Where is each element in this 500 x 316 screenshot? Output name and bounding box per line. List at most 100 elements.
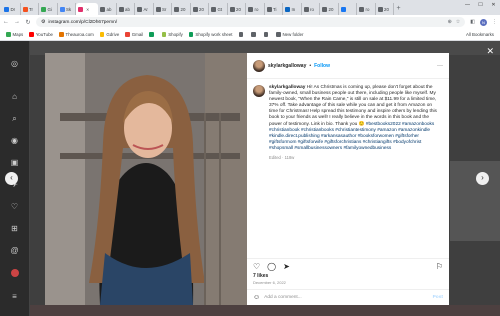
- post-actions: ♡ ◯ ➤ ⚐: [247, 258, 449, 273]
- menu-icon[interactable]: ⋮: [492, 19, 497, 25]
- tab-close-icon[interactable]: ✕: [86, 7, 89, 12]
- reload-icon[interactable]: ↻: [25, 19, 31, 26]
- new-tab-button[interactable]: +: [394, 3, 403, 15]
- home-icon[interactable]: ⌂: [9, 91, 20, 102]
- comment-box: ☺ Add a comment... Post: [247, 289, 449, 305]
- browser-tab[interactable]: Tr: [21, 3, 39, 15]
- bookmark-item[interactable]: Theauroa.com: [59, 32, 94, 37]
- bookmark-item[interactable]: [238, 32, 246, 37]
- bookmark-item[interactable]: Shopify work sheet: [188, 32, 233, 37]
- notifications-icon[interactable]: ♡: [9, 201, 20, 212]
- browser-tab[interactable]: Sk: [58, 3, 76, 15]
- tab-favicon-icon: [322, 6, 327, 12]
- post-comment-button[interactable]: Post: [433, 295, 443, 300]
- caption-avatar[interactable]: [253, 85, 265, 97]
- bookmark-item[interactable]: New folder: [276, 32, 304, 37]
- browser-tab[interactable]: 20: [191, 3, 209, 15]
- browser-tab[interactable]: Sr: [154, 3, 172, 15]
- caption-username[interactable]: skylarkgalloway: [269, 85, 305, 90]
- bookmark-item[interactable]: [263, 32, 271, 37]
- emoji-icon[interactable]: ☺: [253, 294, 260, 301]
- more-options-icon[interactable]: ···: [437, 63, 443, 69]
- tab-label: Gt: [217, 6, 223, 12]
- tab-label: 20: [384, 6, 389, 12]
- bookmark-label: New folder: [282, 32, 304, 37]
- reels-icon[interactable]: ▣: [9, 157, 20, 168]
- browser-tab[interactable]: 20: [376, 3, 394, 15]
- tab-label: Ti: [273, 6, 277, 12]
- browser-tab[interactable]: Ar: [135, 3, 154, 15]
- browser-tab[interactable]: Ti: [265, 3, 283, 15]
- back-icon[interactable]: ←: [3, 19, 9, 25]
- bookmark-item[interactable]: Gdrive: [99, 32, 120, 37]
- bookmark-favicon-icon: [125, 32, 130, 37]
- save-icon[interactable]: ⚐: [436, 262, 443, 271]
- post-photo[interactable]: [45, 53, 247, 305]
- extensions-icon[interactable]: ◧: [470, 19, 475, 25]
- bookmark-item[interactable]: Gmail: [125, 32, 143, 37]
- tab-label: 20: [180, 6, 186, 12]
- browser-tab[interactable]: 20: [320, 3, 339, 15]
- follow-button[interactable]: Follow: [314, 63, 330, 69]
- browser-tab[interactable]: [339, 3, 357, 15]
- menu-icon[interactable]: ≡: [9, 291, 20, 302]
- browser-tab[interactable]: ab: [117, 3, 135, 15]
- tab-favicon-icon: [229, 6, 235, 12]
- profile-icon[interactable]: [9, 267, 20, 278]
- close-icon[interactable]: ✕: [486, 46, 494, 57]
- tab-favicon-icon: [4, 6, 9, 12]
- bookmark-favicon-icon: [188, 32, 194, 37]
- create-icon[interactable]: ⊞: [9, 223, 20, 234]
- browser-tab[interactable]: In: [283, 3, 302, 15]
- close-window-icon[interactable]: ✕: [487, 0, 500, 10]
- share-icon[interactable]: ➤: [283, 262, 290, 271]
- address-bar[interactable]: ⚙ instagram.com/p/Cl2Dh67pemn/ ⊕ ☆: [36, 17, 466, 27]
- browser-tab[interactable]: ro: [302, 3, 320, 15]
- comment-icon[interactable]: ◯: [267, 262, 276, 271]
- browser-tab[interactable]: Gi: [39, 3, 58, 15]
- caption-area: skylarkgalloway Hi! As Christmas is comi…: [247, 79, 449, 258]
- explore-icon[interactable]: ◉: [9, 135, 20, 146]
- browser-tab[interactable]: ab: [98, 3, 117, 15]
- forward-icon[interactable]: →: [14, 19, 20, 25]
- browser-tab[interactable]: Dr: [2, 3, 21, 15]
- next-post-arrow-icon[interactable]: ›: [476, 172, 489, 185]
- instagram-logo-icon[interactable]: ◎: [9, 58, 20, 69]
- maximize-icon[interactable]: ☐: [474, 0, 487, 10]
- profile-avatar[interactable]: N: [480, 18, 487, 26]
- tab-strip: Dr Tr Gi Sk ✕ ab ab Ar Sr 20 20 Gt 20 ro Ti In ro 20 ro 20 +: [0, 0, 500, 15]
- bookmark-label: Maps: [12, 32, 24, 37]
- bookmark-item[interactable]: YouTube: [29, 32, 53, 37]
- bookmark-favicon-icon: [276, 32, 281, 37]
- bookmark-item[interactable]: Shopify: [161, 32, 183, 37]
- browser-tab[interactable]: 20: [228, 3, 246, 15]
- prev-post-arrow-icon[interactable]: ‹: [5, 172, 18, 185]
- tab-label: Dr: [10, 6, 16, 12]
- threads-icon[interactable]: @: [9, 245, 20, 256]
- tab-favicon-icon: [192, 6, 198, 12]
- comment-input[interactable]: Add a comment...: [264, 295, 302, 300]
- author-username[interactable]: skylarkgalloway: [268, 63, 306, 69]
- bookmark-label: Gdrive: [106, 32, 120, 37]
- bookmarks-bar: Maps YouTube Theauroa.com Gdrive Gmail Shopif…: [0, 29, 500, 41]
- zoom-icon[interactable]: ⊕: [448, 19, 452, 25]
- tab-favicon-icon: [303, 6, 309, 12]
- bookmark-item[interactable]: Maps: [6, 32, 23, 37]
- tab-favicon-icon: [41, 6, 46, 12]
- all-bookmarks-button[interactable]: All Bookmarks: [466, 32, 494, 37]
- tab-label: Sk: [66, 6, 72, 12]
- site-info-icon[interactable]: ⚙: [41, 20, 45, 25]
- bookmark-item[interactable]: [251, 32, 258, 37]
- browser-tab[interactable]: ro: [246, 3, 265, 15]
- browser-tab[interactable]: 20: [172, 3, 191, 15]
- browser-tab[interactable]: Gt: [209, 3, 228, 15]
- star-icon[interactable]: ☆: [456, 19, 460, 25]
- like-icon[interactable]: ♡: [253, 262, 260, 271]
- url-text: instagram.com/p/Cl2Dh67pemn/: [48, 19, 118, 25]
- browser-tab[interactable]: ro: [357, 3, 376, 15]
- search-icon[interactable]: ⌕: [9, 113, 20, 124]
- bookmark-item[interactable]: [149, 32, 156, 37]
- author-avatar[interactable]: [253, 59, 265, 72]
- tab-active[interactable]: ✕: [76, 3, 98, 15]
- minimize-icon[interactable]: —: [461, 0, 474, 10]
